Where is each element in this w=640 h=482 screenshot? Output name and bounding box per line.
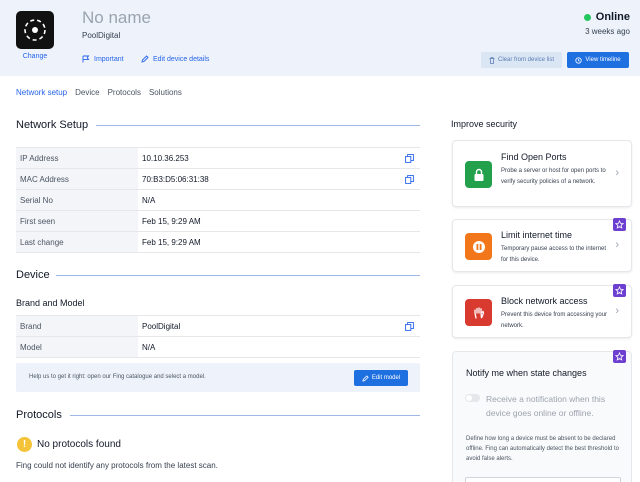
row-label: Model xyxy=(16,337,138,357)
edit-model-button[interactable]: Edit model xyxy=(354,370,408,386)
important-label: Important xyxy=(94,55,124,63)
device-name: No name xyxy=(82,8,151,27)
row-label: Last change xyxy=(16,232,138,252)
device-type-icon xyxy=(24,19,46,41)
card-desc: Prevent this device from accessing your … xyxy=(501,312,608,329)
copy-icon[interactable] xyxy=(405,175,414,184)
card-title: Limit internet time xyxy=(501,230,573,240)
card-desc: Temporary pause access to the internet f… xyxy=(501,246,607,263)
block-network-access-card[interactable]: Block network access Prevent this device… xyxy=(452,284,632,338)
card-title: Find Open Ports xyxy=(501,152,567,162)
premium-star-icon xyxy=(613,284,626,297)
copy-icon[interactable] xyxy=(405,154,414,163)
brand-model-subtitle: Brand and Model xyxy=(16,298,85,308)
notify-toggle[interactable] xyxy=(465,394,480,402)
flag-icon xyxy=(82,55,90,63)
help-text: Help us to get it right: open our Fing c… xyxy=(29,374,206,380)
find-open-ports-card[interactable]: Find Open Ports Probe a server or host f… xyxy=(452,140,632,207)
notify-description: Define how long a device must be absent … xyxy=(466,436,619,462)
clear-from-list-button[interactable]: Clear from device list xyxy=(481,52,562,68)
model-value: N/A xyxy=(142,342,156,352)
tab-solutions[interactable]: Solutions xyxy=(149,88,182,97)
chevron-right-icon: › xyxy=(615,167,619,179)
device-table: Brand PoolDigital Model N/A xyxy=(16,315,420,358)
catalogue-help-bar: Help us to get it right: open our Fing c… xyxy=(16,363,420,392)
device-logo[interactable] xyxy=(16,11,54,49)
table-row: Brand PoolDigital xyxy=(16,316,420,337)
row-label: First seen xyxy=(16,211,138,231)
clear-label: Clear from device list xyxy=(497,57,554,63)
pause-icon xyxy=(465,233,492,260)
ip-address-value: 10.10.36.253 xyxy=(142,153,189,163)
status-label: Online xyxy=(595,11,630,23)
protocols-title: Protocols xyxy=(16,409,62,421)
brand-value: PoolDigital xyxy=(142,321,181,331)
network-setup-table: IP Address 10.10.36.253 MAC Address 70:B… xyxy=(16,147,420,253)
table-row: MAC Address 70:B3:D5:06:31:38 xyxy=(16,169,420,190)
edit-icon xyxy=(141,55,149,63)
improve-security-title: Improve security xyxy=(451,119,518,129)
notify-title: Notify me when state changes xyxy=(466,368,587,378)
row-label: Brand xyxy=(16,316,138,336)
copy-icon[interactable] xyxy=(405,322,414,331)
section-divider xyxy=(70,415,420,416)
network-setup-title: Network Setup xyxy=(16,119,89,131)
hand-icon xyxy=(465,299,492,326)
no-protocols-text: Fing could not identify any protocols fr… xyxy=(16,461,218,470)
tab-protocols[interactable]: Protocols xyxy=(108,88,141,97)
edit-icon xyxy=(362,374,369,382)
last-seen: 3 weeks ago xyxy=(585,27,630,36)
card-title: Block network access xyxy=(501,296,588,306)
row-label: IP Address xyxy=(16,148,138,168)
edit-device-details-link[interactable]: Edit device details xyxy=(141,55,209,63)
no-protocols-title: No protocols found xyxy=(37,439,121,450)
device-header: Change No name PoolDigital Important Edi… xyxy=(0,0,640,76)
important-link[interactable]: Important xyxy=(82,55,124,63)
table-row: First seen Feb 15, 9:29 AM xyxy=(16,211,420,232)
chevron-right-icon: › xyxy=(615,305,619,317)
device-title: Device xyxy=(16,269,50,281)
device-brand: PoolDigital xyxy=(82,31,121,40)
card-desc: Probe a server or host for open ports to… xyxy=(501,168,606,185)
premium-star-icon xyxy=(613,218,626,231)
lock-icon xyxy=(465,161,492,188)
warning-icon: ! xyxy=(17,437,32,452)
offline-threshold-select[interactable] xyxy=(465,477,621,482)
history-icon xyxy=(575,56,582,64)
mac-address-value: 70:B3:D5:06:31:38 xyxy=(142,174,209,184)
serial-no-value: N/A xyxy=(142,195,156,205)
section-divider xyxy=(96,125,420,126)
trash-icon xyxy=(489,56,495,64)
tab-network-setup[interactable]: Network setup xyxy=(16,88,67,97)
first-seen-value: Feb 15, 9:29 AM xyxy=(142,216,201,226)
row-label: Serial No xyxy=(16,190,138,210)
edit-model-label: Edit model xyxy=(371,375,401,381)
table-row: Model N/A xyxy=(16,337,420,358)
notify-toggle-label: Receive a notification when this device … xyxy=(486,394,606,418)
premium-star-icon xyxy=(613,350,626,363)
limit-internet-time-card[interactable]: Limit internet time Temporary pause acce… xyxy=(452,218,632,272)
section-tabs: Network setup Device Protocols Solutions xyxy=(16,88,182,97)
chevron-right-icon: › xyxy=(615,239,619,251)
change-icon-link[interactable]: Change xyxy=(16,53,54,60)
edit-device-details-label: Edit device details xyxy=(153,55,210,63)
table-row: Last change Feb 15, 9:29 AM xyxy=(16,232,420,253)
timeline-label: View timeline xyxy=(585,57,621,63)
status-dot-icon xyxy=(583,13,591,21)
row-label: MAC Address xyxy=(16,169,138,189)
online-status: Online xyxy=(583,11,630,23)
notify-state-card: Notify me when state changes Receive a n… xyxy=(452,350,632,482)
table-row: IP Address 10.10.36.253 xyxy=(16,148,420,169)
table-row: Serial No N/A xyxy=(16,190,420,211)
tab-device[interactable]: Device xyxy=(75,88,99,97)
section-divider xyxy=(56,275,420,276)
view-timeline-button[interactable]: View timeline xyxy=(567,52,629,68)
last-change-value: Feb 15, 9:29 AM xyxy=(142,237,201,247)
